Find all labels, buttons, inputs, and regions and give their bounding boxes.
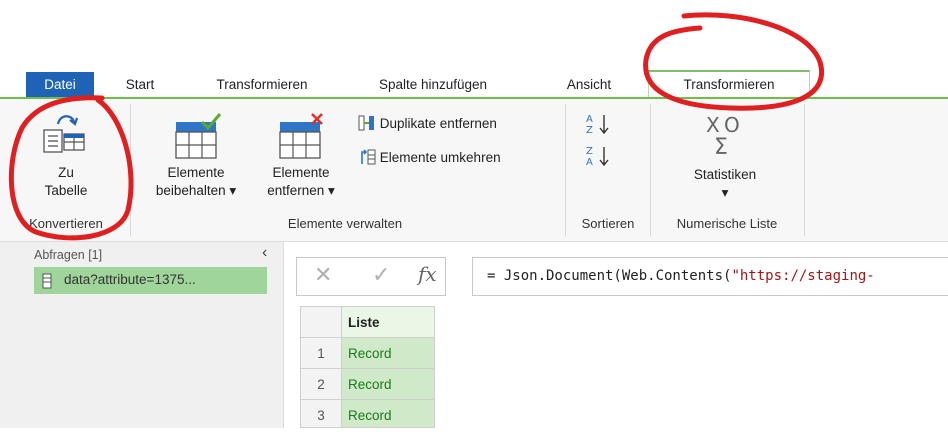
group-label-numeric-list: Numerische Liste <box>676 216 778 231</box>
keep-items-icon <box>175 113 222 159</box>
remove-items-icon <box>279 113 323 159</box>
sort-descending-icon: Z A <box>586 146 609 168</box>
svg-text:X: X <box>706 113 720 137</box>
statistics-icon: X O Σ <box>706 113 740 160</box>
svg-text:O: O <box>724 113 740 137</box>
statistics-label: Statistiken <box>693 167 757 182</box>
query-item-label: data?attribute=1375... <box>64 272 196 287</box>
confirm-icon[interactable]: ✓ <box>372 262 390 288</box>
tab-start[interactable]: Start <box>112 72 168 98</box>
row-number: 3 <box>300 399 342 428</box>
tab-transformieren[interactable]: Transformieren <box>192 72 332 98</box>
reverse-items-button[interactable]: Elemente umkehren <box>358 148 501 167</box>
ribbon-separator <box>130 104 131 236</box>
chevron-down-icon: ▾ <box>324 183 335 198</box>
tab-ansicht[interactable]: Ansicht <box>548 72 630 98</box>
sort-ascending-icon: A Z <box>586 114 609 136</box>
reverse-items-label: Elemente umkehren <box>379 150 501 165</box>
ribbon-separator <box>804 104 805 236</box>
tab-list-tools-transformieren[interactable]: Transformieren <box>648 70 810 98</box>
keep-items-label-2: beibehalten ▾ <box>155 183 237 198</box>
remove-items-label-1: Elemente <box>272 165 330 180</box>
row-number: 1 <box>300 337 342 369</box>
formula-url-string: "https://staging- <box>731 268 875 284</box>
function-icon[interactable]: fx <box>418 262 437 286</box>
reverse-items-icon <box>361 149 376 165</box>
sort-descending-button[interactable]: Z A <box>584 144 614 168</box>
tab-spalte-hinzufuegen[interactable]: Spalte hinzufügen <box>358 72 508 98</box>
to-table-icon <box>43 115 85 153</box>
formula-prefix: = Json.Document(Web.Contents( <box>487 268 732 284</box>
record-cell[interactable]: Record <box>341 368 435 400</box>
svg-text:A: A <box>586 157 593 168</box>
queries-header: Abfragen [1] <box>34 248 103 262</box>
record-cell[interactable]: Record <box>341 337 435 369</box>
svg-text:A: A <box>586 114 593 125</box>
list-query-icon <box>42 273 52 289</box>
tab-datei[interactable]: Datei <box>26 72 94 98</box>
svg-text:Σ: Σ <box>714 135 728 160</box>
remove-duplicates-button[interactable]: Duplikate entfernen <box>358 115 497 133</box>
sort-ascending-button[interactable]: A Z <box>584 112 614 136</box>
to-table-label-2: Tabelle <box>44 183 88 198</box>
chevron-down-icon: ▾ <box>721 185 729 200</box>
column-header-liste[interactable]: Liste <box>341 306 435 338</box>
record-cell[interactable]: Record <box>341 399 435 428</box>
cancel-icon[interactable]: ✕ <box>314 262 332 288</box>
to-table-label-1: Zu <box>58 165 74 180</box>
keep-items-label-1: Elemente <box>167 165 225 180</box>
remove-duplicates-label: Duplikate entfernen <box>379 116 497 131</box>
svg-text:Z: Z <box>586 146 593 157</box>
remove-duplicates-icon <box>358 115 374 131</box>
group-label-sort: Sortieren <box>581 216 635 231</box>
svg-text:Z: Z <box>586 125 593 136</box>
group-label-convert: Konvertieren <box>29 216 103 231</box>
table-corner <box>300 306 342 338</box>
remove-items-label-2: entfernen ▾ <box>267 183 335 198</box>
ribbon-separator <box>650 104 651 236</box>
formula-input[interactable]: = Json.Document(Web.Contents("https://st… <box>472 257 948 296</box>
chevron-down-icon: ▾ <box>225 183 237 198</box>
row-number: 2 <box>300 368 342 400</box>
query-item[interactable]: data?attribute=1375... <box>34 267 267 294</box>
group-label-manage-items: Elemente verwalten <box>287 216 403 231</box>
collapse-pane-icon[interactable]: ‹ <box>262 244 267 262</box>
